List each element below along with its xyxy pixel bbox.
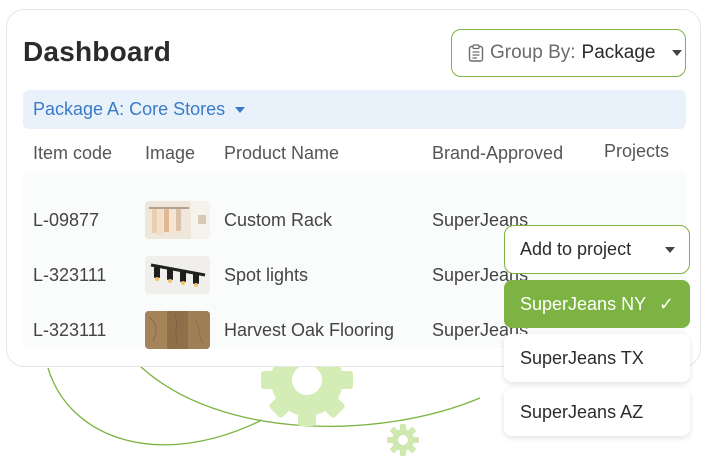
package-label: Package A: Core Stores bbox=[33, 99, 226, 119]
column-header-projects[interactable]: Projects bbox=[604, 141, 669, 162]
project-option-label: SuperJeans TX bbox=[520, 347, 644, 368]
group-by-dropdown[interactable]: Group By: Package bbox=[451, 29, 686, 77]
page-title: Dashboard bbox=[23, 36, 172, 67]
chevron-down-icon bbox=[671, 50, 682, 56]
clothing-rack-thumbnail bbox=[145, 201, 210, 239]
item-code: L-09877 bbox=[33, 210, 100, 230]
column-header-product-name[interactable]: Product Name bbox=[224, 143, 339, 164]
column-header-image[interactable]: Image bbox=[145, 143, 195, 164]
oak-flooring-thumbnail bbox=[145, 311, 210, 349]
small-gear-icon bbox=[387, 424, 419, 456]
item-code: L-323111 bbox=[33, 265, 107, 285]
project-option-label: SuperJeans AZ bbox=[520, 401, 644, 422]
group-by-value: Package bbox=[581, 42, 656, 63]
project-option-superjeans-az[interactable]: SuperJeans AZ bbox=[504, 388, 690, 436]
add-to-project-dropdown[interactable]: Add to project bbox=[504, 225, 690, 274]
package-group-header[interactable]: Package A: Core Stores bbox=[23, 90, 686, 129]
product-name: Harvest Oak Flooring bbox=[224, 320, 395, 340]
table-header: Item code Image Product Name Brand-Appro… bbox=[23, 132, 686, 172]
column-header-item-code[interactable]: Item code bbox=[33, 143, 112, 164]
item-code: L-323111 bbox=[33, 320, 107, 340]
add-to-project-label: Add to project bbox=[520, 239, 632, 259]
checkmark-icon: ✓ bbox=[658, 293, 674, 314]
project-option-label: SuperJeans NY bbox=[520, 293, 647, 314]
chevron-down-icon bbox=[665, 246, 675, 253]
column-header-brand-approved[interactable]: Brand-Approved bbox=[432, 143, 563, 164]
chevron-down-icon bbox=[235, 106, 246, 113]
product-name: Spot lights bbox=[224, 265, 309, 285]
product-name: Custom Rack bbox=[224, 210, 333, 230]
clipboard-icon bbox=[468, 44, 484, 62]
project-option-superjeans-ny[interactable]: SuperJeans NY ✓ bbox=[504, 280, 690, 328]
spot-lights-thumbnail bbox=[145, 256, 210, 294]
project-option-superjeans-tx[interactable]: SuperJeans TX bbox=[504, 334, 690, 382]
group-by-label: Group By: bbox=[490, 42, 576, 63]
